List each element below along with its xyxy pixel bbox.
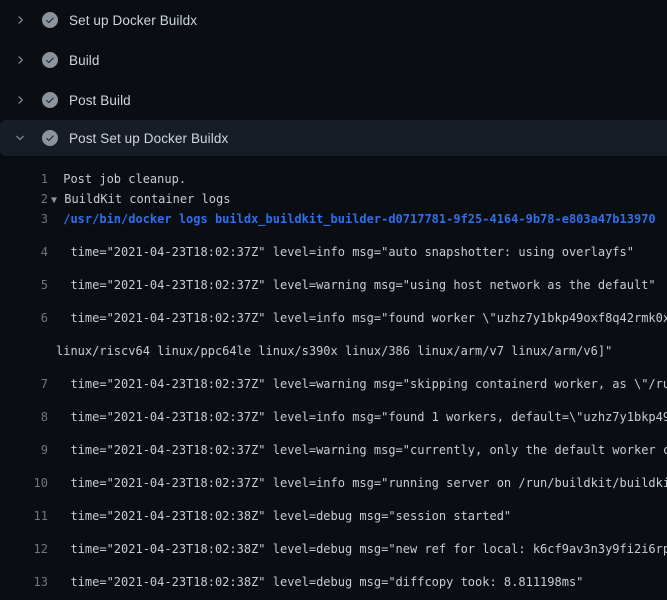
check-circle-icon [42, 92, 58, 108]
log-text: time="2021-04-23T18:02:37Z" level=info m… [48, 473, 667, 493]
log-row: 3 /usr/bin/docker logs buildx_buildkit_b… [0, 209, 667, 229]
line-number[interactable]: 2 [0, 189, 48, 209]
actions-log-viewer: Set up Docker Buildx Build Post Build Po… [0, 0, 667, 600]
log-text: time="2021-04-23T18:02:37Z" level=info m… [48, 407, 667, 427]
log-text: time="2021-04-23T18:02:38Z" level=debug … [48, 572, 583, 592]
check-circle-icon [42, 12, 58, 28]
check-circle-icon [42, 52, 58, 68]
line-number[interactable]: 3 [0, 209, 48, 229]
log-text[interactable]: ▼ BuildKit container logs [43, 189, 230, 209]
chevron-right-icon [12, 52, 28, 68]
step-title: Set up Docker Buildx [69, 13, 197, 28]
log-row: 12 time="2021-04-23T18:02:38Z" level=deb… [0, 526, 667, 559]
line-number[interactable]: 12 [0, 539, 48, 559]
chevron-down-icon [12, 130, 28, 146]
line-number[interactable]: 9 [0, 440, 48, 460]
log-row: 7 time="2021-04-23T18:02:37Z" level=warn… [0, 361, 667, 394]
log-row: 1 Post job cleanup. [0, 169, 667, 189]
line-number [0, 341, 48, 361]
log-row: 10 time="2021-04-23T18:02:37Z" level=inf… [0, 460, 667, 493]
line-number[interactable]: 8 [0, 407, 48, 427]
log-row: linux/riscv64 linux/ppc64le linux/s390x … [0, 328, 667, 361]
step-title: Post Build [69, 93, 131, 108]
step-set-up-docker-buildx[interactable]: Set up Docker Buildx [0, 0, 667, 40]
step-post-build[interactable]: Post Build [0, 80, 667, 120]
log-row: 8 time="2021-04-23T18:02:37Z" level=info… [0, 394, 667, 427]
log-text: time="2021-04-23T18:02:37Z" level=warnin… [48, 275, 656, 295]
log-text: time="2021-04-23T18:02:38Z" level=debug … [48, 506, 511, 526]
log-text: time="2021-04-23T18:02:37Z" level=info m… [48, 242, 634, 262]
log-text: linux/riscv64 linux/ppc64le linux/s390x … [48, 341, 612, 361]
log-row: 6 time="2021-04-23T18:02:37Z" level=info… [0, 295, 667, 328]
group-collapse-icon: ▼ [51, 195, 57, 206]
log-row: 13 time="2021-04-23T18:02:38Z" level=deb… [0, 559, 667, 592]
step-title: Build [69, 53, 100, 68]
step-post-set-up-docker-buildx[interactable]: Post Set up Docker Buildx [0, 120, 667, 156]
log-row: 11 time="2021-04-23T18:02:38Z" level=deb… [0, 493, 667, 526]
line-number[interactable]: 4 [0, 242, 48, 262]
line-number[interactable]: 1 [0, 169, 48, 189]
log-text: time="2021-04-23T18:02:38Z" level=debug … [48, 539, 667, 559]
log-row: 2▼ BuildKit container logs [0, 189, 667, 209]
line-number[interactable]: 10 [0, 473, 48, 493]
log-row: 5 time="2021-04-23T18:02:37Z" level=warn… [0, 262, 667, 295]
log-text: time="2021-04-23T18:02:37Z" level=info m… [48, 308, 667, 328]
line-number[interactable]: 5 [0, 275, 48, 295]
command-text: /usr/bin/docker logs buildx_buildkit_bui… [48, 209, 656, 229]
log-text: time="2021-04-23T18:02:37Z" level=warnin… [48, 374, 667, 394]
line-number[interactable]: 7 [0, 374, 48, 394]
chevron-right-icon [12, 92, 28, 108]
log-row: 14 time="2021-04-23T18:02:38Z" level=deb… [0, 592, 667, 600]
log-row: 4 time="2021-04-23T18:02:37Z" level=info… [0, 229, 667, 262]
check-circle-icon [42, 130, 58, 146]
log-lines: 1 Post job cleanup.2▼ BuildKit container… [0, 156, 667, 600]
log-row: 9 time="2021-04-23T18:02:37Z" level=warn… [0, 427, 667, 460]
line-number[interactable]: 13 [0, 572, 48, 592]
step-title: Post Set up Docker Buildx [69, 131, 228, 146]
log-text: Post job cleanup. [48, 169, 186, 189]
line-number[interactable]: 6 [0, 308, 48, 328]
log-text: time="2021-04-23T18:02:37Z" level=warnin… [48, 440, 667, 460]
chevron-right-icon [12, 12, 28, 28]
step-build[interactable]: Build [0, 40, 667, 80]
line-number[interactable]: 11 [0, 506, 48, 526]
